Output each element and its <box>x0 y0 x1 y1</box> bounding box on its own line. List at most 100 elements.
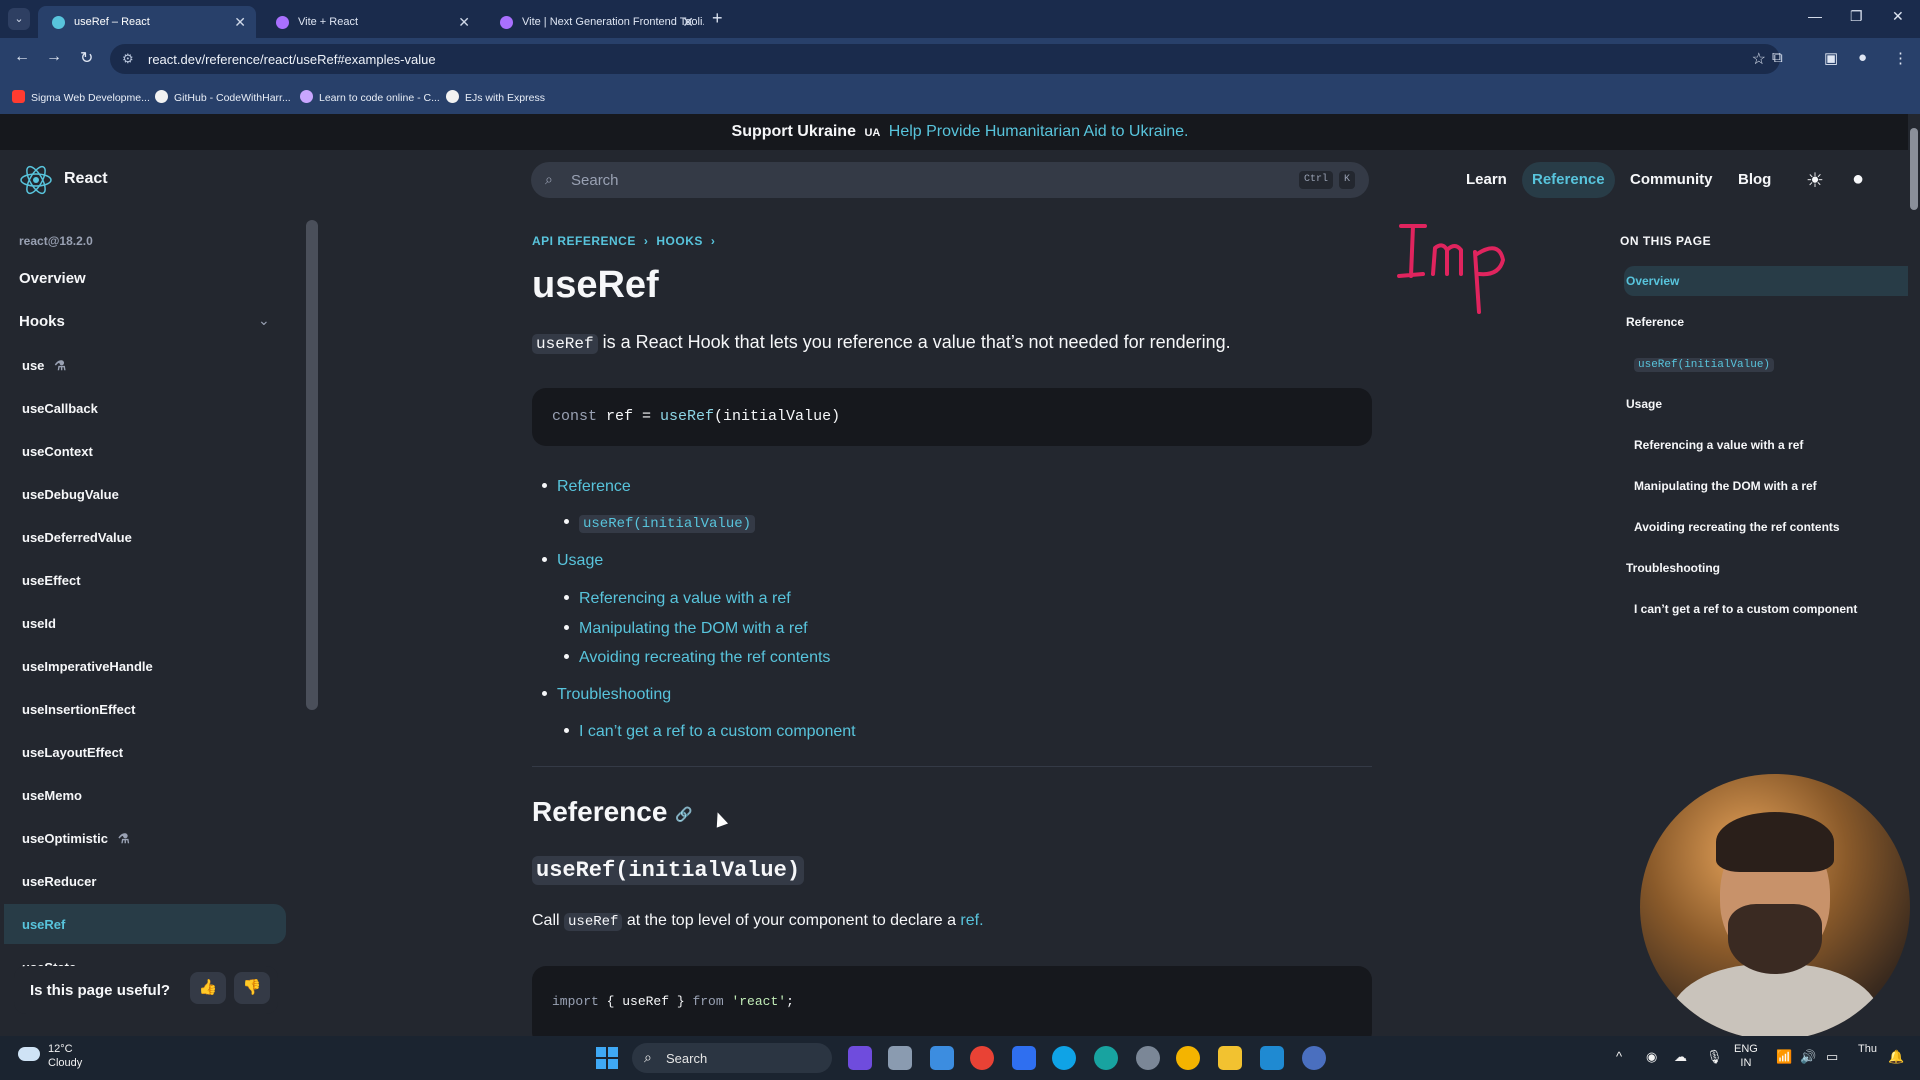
copilot-icon[interactable] <box>848 1046 872 1070</box>
rtoc-item[interactable]: Overview <box>1626 274 1679 288</box>
task-view-icon[interactable] <box>888 1046 912 1070</box>
chrome-active-icon[interactable] <box>1302 1046 1326 1070</box>
taskbar-search[interactable]: ⌕ Search <box>632 1043 832 1073</box>
github-icon[interactable]: ● <box>1852 168 1864 191</box>
skype-icon[interactable] <box>1052 1046 1076 1070</box>
tab-vite-react[interactable]: Vite + React ✕ <box>262 6 480 38</box>
nav-community[interactable]: Community <box>1620 162 1723 198</box>
new-tab-icon[interactable]: + <box>712 8 723 29</box>
sidepanel-icon[interactable]: ▣ <box>1824 49 1838 67</box>
reload-icon[interactable]: ↻ <box>80 48 93 68</box>
language-indicator[interactable]: ENG IN <box>1734 1042 1758 1070</box>
clock[interactable]: Thu <box>1858 1042 1877 1056</box>
toc-reference[interactable]: Reference <box>542 478 631 496</box>
sidebar-item-useinsertioneffect[interactable]: useInsertionEffect <box>22 702 135 717</box>
react-logo-icon[interactable] <box>18 162 54 198</box>
todo-icon[interactable] <box>1012 1046 1036 1070</box>
toc-link[interactable]: Reference <box>557 478 631 495</box>
search-input[interactable]: ⌕ Search Ctrl K <box>531 162 1369 198</box>
toc-troubleshooting[interactable]: Troubleshooting <box>542 686 671 704</box>
mic-icon[interactable]: 🎙 <box>1706 1049 1723 1065</box>
rtoc-item[interactable]: I can’t get a ref to a custom component <box>1634 602 1857 616</box>
sidebar-item-useimperativehandle[interactable]: useImperativeHandle <box>22 659 153 674</box>
sidebar-item-useeffect[interactable]: useEffect <box>22 573 81 588</box>
battery-icon[interactable]: ▭ <box>1826 1049 1838 1065</box>
chrome-icon[interactable] <box>970 1046 994 1070</box>
nav-blog[interactable]: Blog <box>1728 162 1781 198</box>
toc-link[interactable]: I can’t get a ref to a custom component <box>579 723 856 740</box>
weather-widget[interactable]: 12°C Cloudy <box>48 1042 82 1070</box>
bookmark-item[interactable]: Sigma Web Developme... <box>12 90 150 104</box>
site-info-icon[interactable]: ⚙ <box>122 51 134 67</box>
vscode-icon[interactable] <box>1260 1046 1284 1070</box>
nav-learn[interactable]: Learn <box>1456 162 1517 198</box>
bookmark-item[interactable]: EJs with Express <box>446 90 545 104</box>
calendar-icon[interactable] <box>930 1046 954 1070</box>
sidebar-item-usedebugvalue[interactable]: useDebugValue <box>22 487 119 502</box>
edge-icon[interactable] <box>1094 1046 1118 1070</box>
wifi-icon[interactable]: 📶 <box>1776 1049 1792 1065</box>
sidebar-item-overview[interactable]: Overview <box>19 270 86 287</box>
minimize-icon[interactable]: — <box>1808 8 1822 24</box>
close-tab-icon[interactable]: ✕ <box>682 6 694 38</box>
toc-link[interactable]: Manipulating the DOM with a ref <box>579 620 808 637</box>
brand-name[interactable]: React <box>64 170 108 188</box>
toc-usage[interactable]: Usage <box>542 552 603 570</box>
tab-useref[interactable]: useRef – React ✕ <box>38 6 256 38</box>
rtoc-item[interactable]: Reference <box>1626 315 1684 329</box>
banner-link[interactable]: Help Provide Humanitarian Aid to Ukraine… <box>889 123 1189 140</box>
profile-icon[interactable]: ● <box>1858 49 1867 66</box>
sidebar-item-uselayouteffect[interactable]: useLayoutEffect <box>22 745 123 760</box>
thumbs-up-icon[interactable]: 👍 <box>190 972 226 1004</box>
tray-chevron-icon[interactable]: ^ <box>1616 1049 1622 1064</box>
rtoc-item[interactable]: Manipulating the DOM with a ref <box>1634 479 1817 493</box>
extensions-icon[interactable]: ⧉ <box>1772 49 1783 66</box>
bookmark-item[interactable]: GitHub - CodeWithHarr... <box>155 90 291 104</box>
nav-reference[interactable]: Reference <box>1522 162 1615 198</box>
sidebar-item-useid[interactable]: useId <box>22 616 56 631</box>
menu-icon[interactable]: ⋮ <box>1893 49 1908 67</box>
restore-icon[interactable]: ❐ <box>1850 8 1863 25</box>
close-tab-icon[interactable]: ✕ <box>458 6 470 38</box>
sidebar-item-useref[interactable]: useRef <box>22 917 65 932</box>
sidebar-scrollbar[interactable] <box>306 220 318 710</box>
tab-vite-docs[interactable]: Vite | Next Generation Frontend Tooli...… <box>486 6 704 38</box>
anchor-link-icon[interactable]: 🔗 <box>675 806 692 823</box>
ref-link[interactable]: ref. <box>960 912 983 929</box>
toc-usage-item[interactable]: Avoiding recreating the ref contents <box>564 649 830 667</box>
toc-link[interactable]: Usage <box>557 552 603 569</box>
forward-icon[interactable]: → <box>46 48 62 66</box>
sidebar-item-use[interactable]: use ⚗ <box>22 358 66 374</box>
tray-app-icon[interactable]: ◉ <box>1646 1049 1657 1065</box>
tab-search-chevron-icon[interactable]: ⌄ <box>8 8 30 30</box>
back-icon[interactable]: ← <box>14 48 30 66</box>
address-bar[interactable]: ⚙ react.dev/reference/react/useRef#examp… <box>110 44 1780 74</box>
toc-link[interactable]: Troubleshooting <box>557 686 671 703</box>
bookmark-star-icon[interactable]: ☆ <box>1752 49 1766 69</box>
toc-reference-sub[interactable]: useRef(initialValue) <box>564 514 756 533</box>
sidebar-item-useoptimistic[interactable]: useOptimistic ⚗ <box>22 831 130 847</box>
rtoc-item[interactable]: Avoiding recreating the ref contents <box>1634 520 1840 534</box>
sidebar-item-usedeferredvalue[interactable]: useDeferredValue <box>22 530 132 545</box>
settings-icon[interactable] <box>1136 1046 1160 1070</box>
toc-link[interactable]: useRef(initialValue) <box>579 515 756 533</box>
breadcrumb-api-reference[interactable]: API REFERENCE <box>532 234 636 248</box>
sidebar-item-usecontext[interactable]: useContext <box>22 444 93 459</box>
toc-troubleshooting-item[interactable]: I can’t get a ref to a custom component <box>564 723 856 741</box>
rtoc-item[interactable]: Referencing a value with a ref <box>1634 438 1803 452</box>
sidebar-section-hooks[interactable]: Hooks <box>19 313 65 330</box>
breadcrumb-hooks[interactable]: HOOKS <box>656 234 703 248</box>
chrome-icon[interactable] <box>1176 1046 1200 1070</box>
file-explorer-icon[interactable] <box>1218 1046 1242 1070</box>
sidebar-item-usememo[interactable]: useMemo <box>22 788 82 803</box>
chevron-down-icon[interactable]: ⌄ <box>258 312 270 329</box>
sidebar-item-usereducer[interactable]: useReducer <box>22 874 96 889</box>
toc-usage-item[interactable]: Referencing a value with a ref <box>564 590 791 608</box>
thumbs-down-icon[interactable]: 👎 <box>234 972 270 1004</box>
rtoc-item[interactable]: Troubleshooting <box>1626 561 1720 575</box>
page-scrollbar[interactable] <box>1908 114 1920 1036</box>
toc-usage-item[interactable]: Manipulating the DOM with a ref <box>564 620 808 638</box>
toc-link[interactable]: Referencing a value with a ref <box>579 590 791 607</box>
sidebar-item-usecallback[interactable]: useCallback <box>22 401 98 416</box>
bookmark-item[interactable]: Learn to code online - C... <box>300 90 440 104</box>
